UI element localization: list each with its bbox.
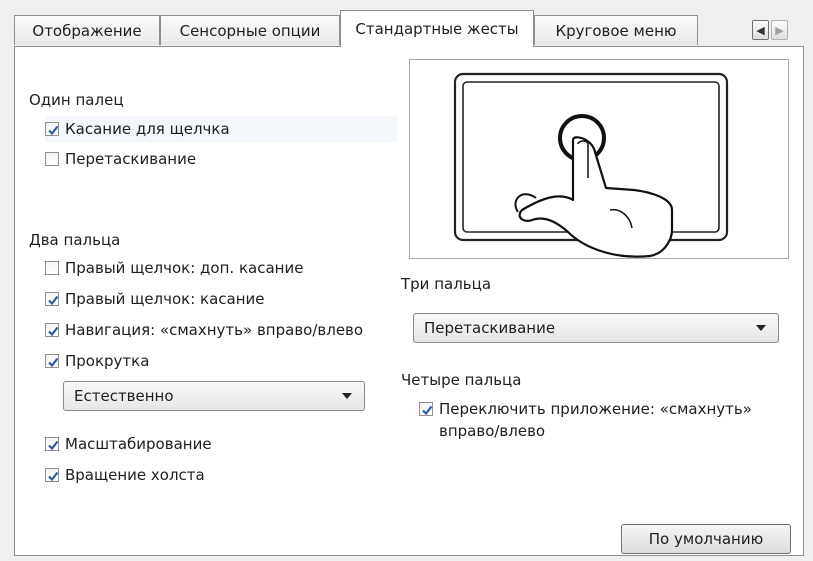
checkbox-label: Правый щелчок: доп. касание: [65, 259, 304, 277]
four-fingers-title: Четыре пальца: [401, 371, 522, 389]
canvas-rotation-checkbox[interactable]: Вращение холста: [45, 462, 205, 488]
one-finger-title: Один палец: [29, 91, 124, 109]
touchpad-finger-tap-icon: [453, 72, 729, 258]
three-finger-action-select[interactable]: Перетаскивание: [413, 313, 779, 343]
two-fingers-title: Два пальца: [29, 231, 121, 249]
checkbox-checked-icon: [45, 354, 59, 368]
checkbox-label: Правый щелчок: касание: [65, 290, 265, 308]
checkbox-checked-icon: [45, 323, 59, 337]
tab-scroll-buttons: ◀ ▶: [752, 20, 788, 40]
scroll-mode-select[interactable]: Естественно: [63, 381, 365, 411]
chevron-left-icon: ◀: [756, 23, 765, 37]
chevron-down-icon: [756, 325, 766, 331]
checkbox-unchecked-icon: [45, 261, 59, 275]
right-click-tap-checkbox[interactable]: Правый щелчок: касание: [45, 286, 265, 312]
checkbox-checked-icon: [45, 437, 59, 451]
checkbox-label: Масштабирование: [65, 435, 212, 453]
swipe-navigation-checkbox[interactable]: Навигация: «смахнуть» вправо/влево: [45, 317, 363, 343]
checkbox-label: Вращение холста: [65, 466, 205, 484]
select-value: Перетаскивание: [424, 319, 556, 337]
zoom-checkbox[interactable]: Масштабирование: [45, 431, 212, 457]
checkbox-label: Перетаскивание: [65, 150, 197, 168]
checkbox-label: Переключить приложение: «смахнуть»: [439, 400, 752, 418]
tab-standard-gestures[interactable]: Стандартные жесты: [340, 10, 534, 47]
checkbox-checked-icon: [45, 292, 59, 306]
scroll-checkbox[interactable]: Прокрутка: [45, 348, 149, 374]
tab-label: Сенсорные опции: [179, 21, 321, 40]
checkbox-checked-icon: [45, 122, 59, 136]
tab-touch-options[interactable]: Сенсорные опции: [160, 15, 340, 45]
gesture-preview: [409, 59, 789, 259]
tap-to-click-checkbox[interactable]: Касание для щелчка: [45, 116, 397, 142]
checkbox-checked-icon: [419, 402, 433, 416]
checkbox-unchecked-icon: [45, 152, 59, 166]
select-value: Естественно: [74, 387, 174, 405]
chevron-down-icon: [342, 393, 352, 399]
tab-label: Стандартные жесты: [355, 20, 519, 38]
tab-scroll-left-button[interactable]: ◀: [752, 20, 769, 40]
chevron-right-icon: ▶: [775, 23, 784, 37]
tab-label: Отображение: [32, 21, 142, 40]
checkbox-label-continued: вправо/влево: [439, 422, 546, 440]
right-click-extra-tap-checkbox[interactable]: Правый щелчок: доп. касание: [45, 255, 303, 281]
tab-label: Круговое меню: [555, 21, 677, 40]
tab-display[interactable]: Отображение: [14, 15, 160, 45]
tab-radial-menu[interactable]: Круговое меню: [534, 15, 698, 45]
switch-app-checkbox[interactable]: Переключить приложение: «смахнуть» вправ…: [419, 397, 799, 441]
three-fingers-title: Три пальца: [401, 275, 492, 293]
drag-checkbox[interactable]: Перетаскивание: [45, 146, 196, 172]
checkbox-checked-icon: [45, 468, 59, 482]
checkbox-label: Навигация: «смахнуть» вправо/влево: [65, 321, 364, 339]
restore-defaults-button[interactable]: По умолчанию: [621, 524, 791, 554]
checkbox-label: Касание для щелчка: [65, 120, 230, 138]
gestures-panel: Один палец Касание для щелчка Перетаскив…: [14, 46, 804, 556]
checkbox-label: Прокрутка: [65, 352, 150, 370]
tab-strip: Отображение Сенсорные опции Стандартные …: [14, 10, 804, 47]
button-label: По умолчанию: [648, 530, 764, 548]
tab-scroll-right-button[interactable]: ▶: [771, 20, 788, 40]
